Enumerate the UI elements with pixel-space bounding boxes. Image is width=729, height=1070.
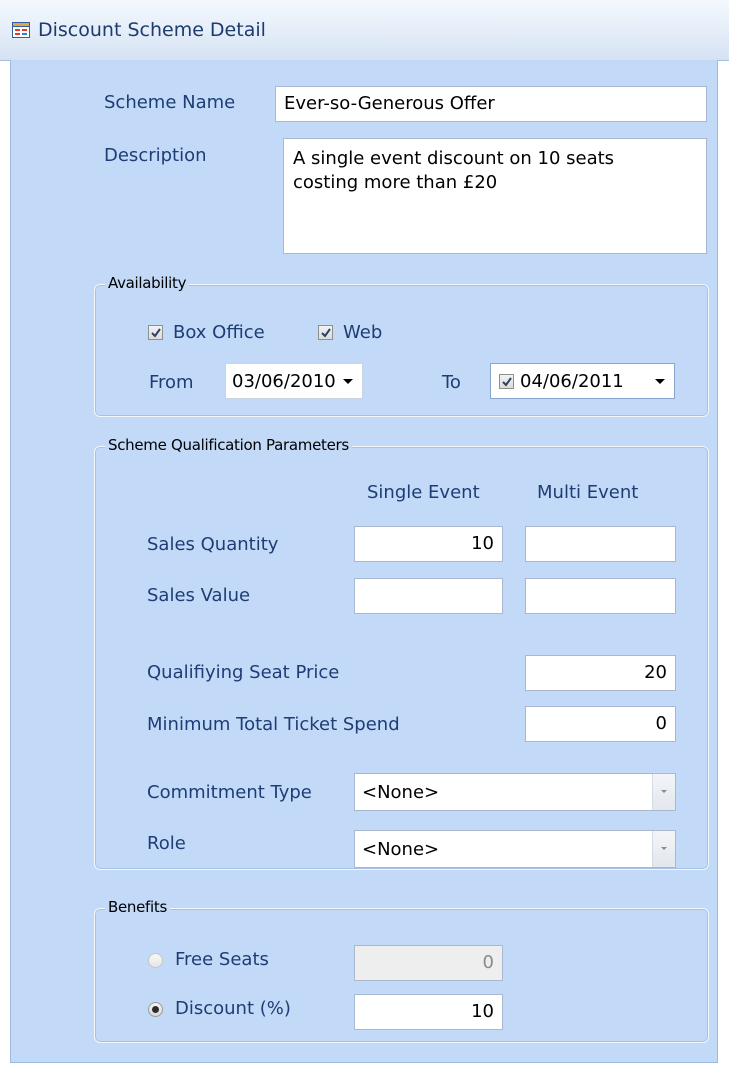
chevron-down-icon[interactable] [652, 364, 668, 398]
to-label: To [442, 372, 461, 393]
scheme-name-label: Scheme Name [104, 92, 236, 113]
discount-input[interactable]: 10 [354, 994, 503, 1030]
from-label: From [149, 372, 194, 393]
multi-event-header: Multi Event [537, 482, 639, 503]
box-office-label: Box Office [173, 322, 265, 343]
to-date-value: 04/06/2011 [520, 371, 624, 392]
commitment-type-label: Commitment Type [147, 782, 312, 803]
web-label: Web [343, 322, 383, 343]
role-dropdown-button[interactable] [652, 831, 675, 867]
title-bar: Discount Scheme Detail [0, 0, 729, 61]
seat-price-label: Qualifiying Seat Price [147, 662, 340, 683]
chevron-down-icon[interactable] [340, 364, 356, 398]
sales-value-multi-input[interactable] [525, 578, 676, 614]
description-line: A single event discount on 10 seats [293, 148, 615, 169]
commitment-type-value: <None> [362, 782, 440, 803]
from-date-value: 03/06/2010 [232, 371, 336, 392]
scheme-name-input[interactable]: Ever-so-Generous Offer [275, 86, 707, 122]
description-textarea[interactable]: A single event discount on 10 seats cost… [283, 138, 707, 254]
commitment-type-select[interactable]: <None> [354, 773, 676, 811]
qualification-legend: Scheme Qualification Parameters [105, 436, 352, 454]
qualification-group: Scheme Qualification Parameters Single E… [94, 436, 709, 870]
seat-price-input[interactable]: 20 [525, 655, 676, 691]
free-seats-input[interactable]: 0 [354, 945, 503, 981]
sales-quantity-multi-input[interactable] [525, 526, 676, 562]
role-label: Role [147, 833, 186, 854]
role-select[interactable]: <None> [354, 830, 676, 868]
min-spend-input[interactable]: 0 [525, 706, 676, 742]
from-date-picker[interactable]: 03/06/2010 [225, 363, 363, 399]
window-title: Discount Scheme Detail [38, 19, 266, 41]
chevron-down-icon [661, 847, 667, 850]
commitment-type-dropdown-button[interactable] [652, 774, 675, 810]
discount-label: Discount (%) [175, 998, 291, 1019]
availability-legend: Availability [105, 274, 190, 292]
to-date-checkbox[interactable] [499, 374, 514, 389]
availability-group: Availability Box Office Web From 03/06/2… [94, 274, 709, 417]
single-event-header: Single Event [367, 482, 480, 503]
chevron-down-icon [661, 790, 667, 793]
to-date-picker[interactable]: 04/06/2011 [490, 363, 675, 399]
form-window-icon [12, 22, 30, 38]
check-icon [502, 377, 512, 387]
check-icon [321, 328, 331, 338]
benefits-group: Benefits Free Seats 0 Discount (%) 10 [94, 898, 709, 1043]
sales-quantity-label: Sales Quantity [147, 534, 279, 555]
web-checkbox[interactable] [318, 325, 333, 340]
description-line: costing more than £20 [293, 172, 498, 193]
role-value: <None> [362, 839, 440, 860]
radio-selected-dot [152, 1006, 159, 1013]
sales-value-single-input[interactable] [354, 578, 503, 614]
benefits-legend: Benefits [105, 898, 170, 916]
min-spend-label: Minimum Total Ticket Spend [147, 714, 400, 735]
sales-value-label: Sales Value [147, 585, 251, 606]
free-seats-label: Free Seats [175, 949, 269, 970]
box-office-checkbox[interactable] [148, 325, 163, 340]
discount-scheme-window: Discount Scheme Detail Scheme Name Ever-… [0, 0, 729, 1070]
sales-quantity-single-input[interactable]: 10 [354, 526, 503, 562]
form-body: Scheme Name Ever-so-Generous Offer Descr… [10, 60, 718, 1063]
free-seats-radio[interactable] [148, 953, 163, 968]
description-label: Description [104, 145, 207, 166]
check-icon [151, 328, 161, 338]
discount-radio[interactable] [148, 1002, 163, 1017]
